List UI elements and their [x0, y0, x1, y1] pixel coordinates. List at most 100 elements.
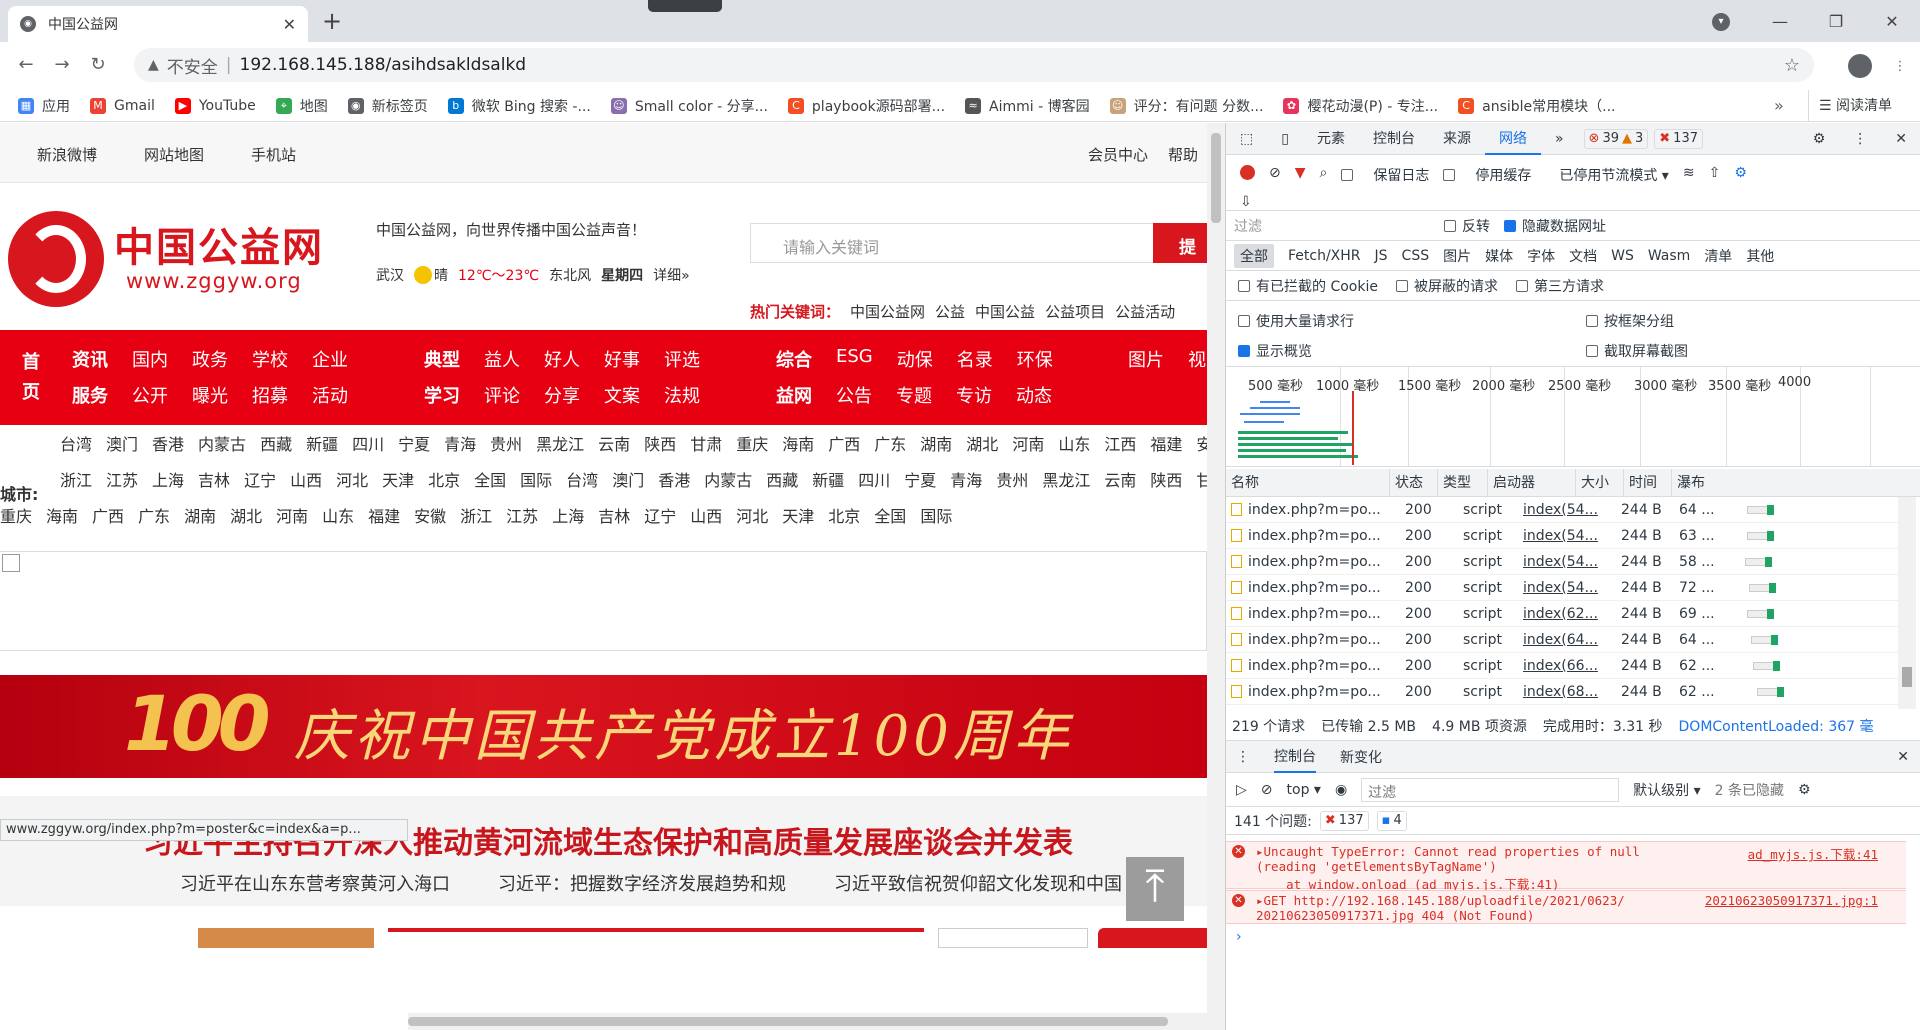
site-logo[interactable]: 中国公益网 www.zggyw.org [8, 211, 348, 311]
col-size[interactable]: 大小 [1576, 468, 1624, 497]
network-overview[interactable]: 500 毫秒 1000 毫秒 1500 毫秒 2000 毫秒 2500 毫秒 3000 毫… [1226, 367, 1920, 467]
city-link[interactable]: 福建 [368, 503, 400, 527]
bookmark-maps[interactable]: ⌖ 地图 [275, 96, 328, 116]
city-link[interactable]: 全国 [474, 467, 506, 491]
nav-item[interactable]: 名录 [957, 346, 993, 372]
city-link[interactable]: 福建 [1150, 431, 1182, 455]
scroll-thumb[interactable] [408, 1017, 1168, 1026]
bookmark-small-color[interactable]: ☺ Small color - 分享... [610, 96, 768, 116]
table-row[interactable]: index.php?m=po... 200 script index(54... 244… [1226, 497, 1898, 523]
help-link[interactable]: 帮助 [1168, 144, 1198, 165]
ad-image-placeholder[interactable] [0, 551, 1207, 651]
city-link[interactable]: 江西 [1104, 431, 1136, 455]
city-link[interactable]: 江苏 [106, 467, 138, 491]
type-filter[interactable]: JS [1375, 248, 1388, 264]
nav-item[interactable]: 公告 [836, 382, 872, 408]
city-link[interactable]: 吉林 [598, 503, 630, 527]
city-link[interactable]: 贵州 [490, 431, 522, 455]
city-link[interactable]: 广东 [138, 503, 170, 527]
nav-item[interactable]: 好事 [604, 346, 640, 372]
scroll-thumb[interactable] [1902, 667, 1912, 687]
type-filter[interactable]: Wasm [1648, 248, 1690, 264]
reading-list-button[interactable]: ☰ 阅读清单 [1808, 90, 1892, 122]
issues-badge[interactable]: ✖ 137 [1654, 128, 1703, 149]
col-initiator[interactable]: 启动器 [1488, 468, 1576, 497]
city-link[interactable]: 山西 [690, 503, 722, 527]
nav-item[interactable]: 专题 [896, 382, 932, 408]
restore-icon[interactable]: ❐ [1808, 12, 1864, 31]
city-link[interactable]: 海南 [782, 431, 814, 455]
city-link[interactable]: 四川 [352, 431, 384, 455]
city-link[interactable]: 安徽 [414, 503, 446, 527]
nav-item[interactable]: 服务 [72, 382, 108, 408]
city-link[interactable]: 黑龙江 [536, 431, 584, 455]
search-icon[interactable]: ⌕ [1320, 165, 1328, 181]
nav-item[interactable]: 文案 [604, 382, 640, 408]
bookmark-youtube[interactable]: ▶ YouTube [174, 97, 256, 114]
city-link[interactable]: 天津 [782, 503, 814, 527]
nav-item[interactable]: ESG [836, 346, 873, 372]
source-link[interactable]: ad_myjs.js.下载:41 [1748, 844, 1878, 863]
disable-cache-checkbox[interactable]: 停用缓存 [1443, 165, 1531, 185]
city-link[interactable]: 新疆 [306, 431, 338, 455]
table-row[interactable]: index.php?m=po... 200 script index(68... 244… [1226, 679, 1898, 705]
bookmark-bing[interactable]: b 微软 Bing 搜索 -... [447, 96, 591, 116]
city-link[interactable]: 新疆 [812, 467, 844, 491]
page-scrollbar[interactable] [1207, 123, 1225, 1030]
subheadline-link[interactable]: 习近平致信祝贺仰韶文化发现和中国 [834, 870, 1122, 896]
context-select[interactable]: top ▾ [1287, 782, 1321, 798]
levels-select[interactable]: 默认级别 ▾ [1633, 780, 1700, 800]
city-link[interactable]: 宁夏 [398, 431, 430, 455]
city-link[interactable]: 山西 [290, 467, 322, 491]
subheadline-link[interactable]: 习近平：把握数字经济发展趋势和规 [498, 870, 786, 896]
nav-item[interactable]: 评论 [484, 382, 520, 408]
wifi-icon[interactable]: ≋ [1683, 165, 1695, 181]
nav-home[interactable]: 页 [22, 378, 40, 404]
type-filter[interactable]: 其他 [1746, 246, 1774, 266]
weather-more-link[interactable]: 详细» [653, 265, 690, 285]
table-row[interactable]: index.php?m=po... 200 script index(62... 244… [1226, 601, 1898, 627]
issues-error-badge[interactable]: ✖ 137 [1319, 810, 1369, 831]
city-link[interactable]: 山东 [322, 503, 354, 527]
back-to-top-button[interactable]: ⤒ [1126, 857, 1184, 921]
bookmark-apps[interactable]: ▦ 应用 [18, 96, 70, 116]
topbar-link[interactable]: 手机站 [251, 144, 296, 165]
city-link[interactable]: 北京 [828, 503, 860, 527]
city-link[interactable]: 重庆 [0, 503, 32, 527]
topbar-link[interactable]: 网站地图 [144, 144, 204, 165]
nav-item[interactable]: 政务 [192, 346, 228, 372]
city-link[interactable]: 辽宁 [244, 467, 276, 491]
cell-init[interactable]: index(54... [1518, 575, 1616, 600]
city-link[interactable]: 海南 [46, 503, 78, 527]
device-toggle-icon[interactable]: ▯ [1267, 123, 1303, 155]
hide-data-urls-checkbox[interactable]: 隐藏数据网址 [1504, 216, 1606, 236]
nav-item[interactable]: 法规 [664, 382, 700, 408]
city-link[interactable]: 天津 [382, 467, 414, 491]
bookmarks-more-icon[interactable]: » [1774, 90, 1784, 122]
drawer-menu-icon[interactable]: ⋮ [1236, 749, 1250, 765]
nav-item[interactable]: 典型 [424, 346, 460, 372]
nav-item[interactable]: 好人 [544, 346, 580, 372]
export-icon[interactable]: ⇩ [1240, 194, 1920, 210]
avatar[interactable] [1848, 54, 1872, 78]
back-arrow-icon[interactable]: ← [8, 54, 44, 75]
city-link[interactable]: 重庆 [736, 431, 768, 455]
scroll-thumb[interactable] [1211, 133, 1221, 223]
forward-arrow-icon[interactable]: → [44, 54, 80, 75]
city-link[interactable]: 河南 [276, 503, 308, 527]
nav-item[interactable]: 活动 [312, 382, 348, 408]
subheadline-link[interactable]: 习近平在山东东营考察黄河入海口 [180, 870, 450, 896]
group-by-frame-checkbox[interactable]: 按框架分组 [1586, 311, 1674, 331]
city-link[interactable]: 青海 [950, 467, 982, 491]
more-tabs-icon[interactable]: » [1541, 123, 1578, 155]
reload-icon[interactable]: ↻ [80, 54, 116, 75]
close-devtools-icon[interactable]: ✕ [1881, 123, 1920, 155]
record-icon[interactable] [1240, 165, 1255, 180]
show-overview-checkbox[interactable]: 显示概览 [1238, 341, 1312, 361]
city-link[interactable]: 河北 [336, 467, 368, 491]
city-link[interactable]: 湖北 [966, 431, 998, 455]
bookmark-newtab[interactable]: ◉ 新标签页 [347, 96, 428, 116]
nav-item[interactable]: 图片 [1128, 346, 1164, 372]
new-tab-button[interactable]: + [322, 8, 342, 34]
error-warning-badge[interactable]: ⊗ 39 ▲ 3 [1583, 128, 1649, 149]
